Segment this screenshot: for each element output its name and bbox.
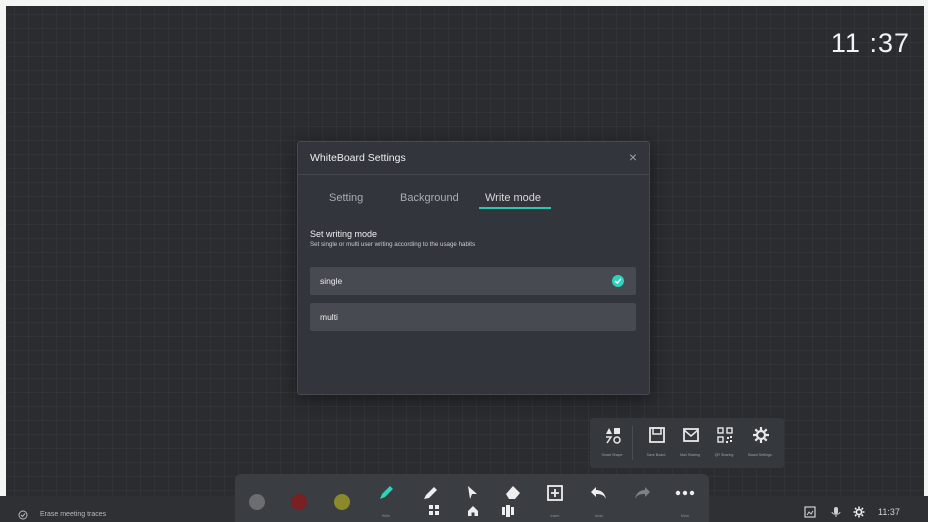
save-board-label: Save Board [646, 453, 666, 457]
home-icon[interactable] [467, 505, 479, 517]
write-label: Write [381, 514, 391, 518]
dialog-header: WhiteBoard Settings × [298, 142, 649, 175]
more-tools-panel: Smart Shape Save Board Mail Sharing QR S… [590, 418, 784, 468]
insert-label: Insert [550, 514, 560, 518]
main-toolbar: Write Insert Undo More [235, 474, 709, 522]
smart-shape-button[interactable]: Smart Shape [598, 424, 626, 464]
pen-icon[interactable] [377, 484, 395, 502]
erase-meeting-icon[interactable] [18, 510, 28, 520]
tab-setting[interactable]: Setting [329, 192, 363, 204]
screen-frame-left [0, 0, 6, 522]
tab-write-mode[interactable]: Write mode [485, 192, 541, 204]
tab-background[interactable]: Background [400, 192, 459, 204]
gear-icon [753, 427, 769, 443]
insert-icon[interactable] [546, 484, 564, 502]
close-icon[interactable]: × [629, 149, 637, 165]
more-label: More [680, 514, 690, 518]
panel-divider [632, 426, 633, 460]
screenshot-icon[interactable] [804, 506, 816, 518]
option-multi[interactable]: multi [310, 303, 636, 331]
tray-time: 11:37 [878, 507, 900, 517]
color-olive-button[interactable] [334, 494, 350, 510]
apps-icon[interactable] [428, 504, 440, 516]
whiteboard-settings-dialog: WhiteBoard Settings × Setting Background… [297, 141, 650, 395]
settings-tabs: Setting Background Write mode [298, 188, 649, 212]
clock: 11 :37 [830, 28, 910, 58]
qr-icon [717, 427, 733, 443]
option-label: multi [320, 312, 338, 322]
active-tab-underline [479, 207, 551, 209]
option-label: single [320, 276, 343, 286]
screen-frame-top [0, 0, 928, 6]
mail-sharing-label: Mail Sharing [680, 453, 700, 457]
more-icon[interactable] [675, 490, 695, 496]
settings-gear-icon[interactable] [853, 506, 865, 518]
mail-icon [683, 428, 699, 442]
microphone-icon[interactable] [830, 506, 842, 518]
qr-sharing-button[interactable]: QR Sharing [710, 424, 738, 464]
check-icon [612, 275, 624, 287]
highlighter-icon[interactable] [421, 484, 439, 502]
color-gray-button[interactable] [249, 494, 265, 510]
window-switch-icon[interactable] [501, 504, 515, 518]
board-settings-label: Board Settings [748, 453, 772, 457]
smart-shape-label: Smart Shape [601, 453, 623, 457]
select-pointer-icon[interactable] [463, 484, 481, 502]
dialog-title: WhiteBoard Settings [310, 152, 406, 164]
undo-label: Undo [594, 514, 604, 518]
color-red-button[interactable] [291, 494, 307, 510]
section-title: Set writing mode [310, 229, 378, 239]
save-icon [649, 427, 665, 443]
screen-frame-right [924, 0, 928, 522]
mail-sharing-button[interactable]: Mail Sharing [676, 424, 704, 464]
redo-icon[interactable] [632, 484, 652, 502]
save-board-button[interactable]: Save Board [642, 424, 670, 464]
option-single[interactable]: single [310, 267, 636, 295]
smart-shape-icon [606, 428, 621, 444]
qr-sharing-label: QR Sharing [714, 453, 734, 457]
section-description: Set single or multi user writing accordi… [310, 241, 476, 248]
undo-icon[interactable] [589, 484, 609, 502]
board-settings-button[interactable]: Board Settings [746, 424, 774, 464]
eraser-icon[interactable] [503, 483, 523, 501]
erase-meeting-traces-link[interactable]: Erase meeting traces [40, 511, 106, 518]
